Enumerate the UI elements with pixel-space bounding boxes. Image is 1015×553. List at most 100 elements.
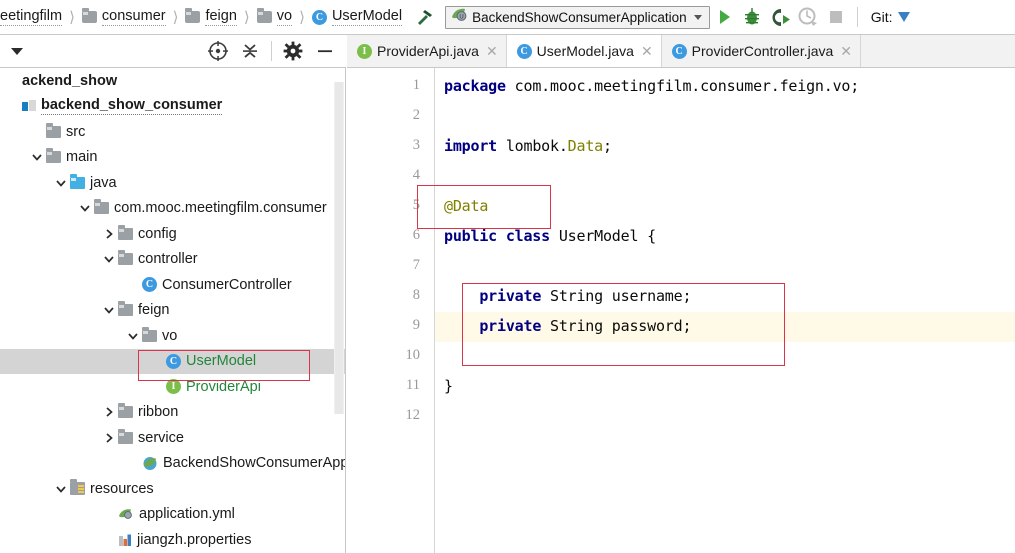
close-icon[interactable]: ✕ [840, 43, 852, 60]
scrollbar-thumb[interactable] [335, 82, 343, 414]
chevron-right-icon[interactable] [102, 431, 116, 445]
code-line[interactable]: public class UserModel { [444, 227, 656, 245]
tree-node-backend-show-consumer[interactable]: backend_show_consumer [0, 94, 345, 120]
chevron-down-icon[interactable] [102, 252, 116, 266]
tree-node-controller[interactable]: controller [0, 247, 345, 273]
tree-node-feign[interactable]: feign [0, 298, 345, 324]
tab-providercontroller-java[interactable]: C ProviderController.java ✕ [662, 35, 862, 67]
class-icon: C [166, 353, 181, 369]
tree-node-label: src [66, 123, 86, 140]
run-coverage-icon[interactable] [768, 5, 792, 29]
tree-node-label: ConsumerController [162, 276, 292, 293]
tab-providerapi-java[interactable]: I ProviderApi.java ✕ [347, 35, 507, 67]
package-icon [94, 199, 109, 215]
tree-node-resources[interactable]: resources [0, 476, 345, 502]
breadcrumb-item-meetingfilm[interactable]: eetingfilm [0, 8, 63, 26]
chevron-down-icon[interactable] [54, 176, 68, 190]
line-number: 8 [412, 287, 420, 303]
code-line[interactable]: private String username; [444, 287, 691, 305]
tree-node-label: main [66, 149, 98, 165]
breadcrumb-item-vo[interactable]: vo [256, 8, 293, 26]
tree-node-jiangzh-properties[interactable]: jiangzh.properties [0, 527, 345, 553]
tree-node-ackend-show[interactable]: ackend_show [0, 68, 345, 94]
bug-icon[interactable] [740, 5, 764, 29]
code-line[interactable]: } [444, 377, 453, 395]
yaml-icon [118, 507, 134, 521]
breadcrumb-separator: ⟩ [299, 9, 305, 26]
breadcrumb-separator: ⟩ [69, 9, 75, 26]
line-number: 1 [412, 77, 420, 93]
chevron-right-icon[interactable] [102, 405, 116, 419]
code-line[interactable]: package com.mooc.meetingfilm.consumer.fe… [444, 77, 859, 95]
close-icon[interactable]: ✕ [641, 43, 653, 60]
minimize-icon[interactable] [312, 38, 338, 64]
tree-node-label: resources [90, 480, 154, 497]
code-token: String password; [541, 317, 692, 335]
breadcrumb-label: consumer [101, 8, 166, 26]
tree-node-main[interactable]: main [0, 145, 345, 171]
code-token: private [479, 317, 542, 335]
code-token: com.mooc.meetingfilm.consumer.feign.vo; [505, 77, 860, 95]
run-configuration-selector[interactable]: U BackendShowConsumerApplication [445, 5, 710, 29]
tree-node-usermodel[interactable]: C UserModel [0, 348, 345, 374]
tree-node-java[interactable]: java [0, 170, 345, 196]
chevron-right-icon[interactable] [102, 227, 116, 241]
code-line[interactable]: import lombok.Data; [444, 137, 612, 155]
code-token: @Data [444, 197, 489, 215]
project-tree[interactable]: ackend_show backend_show_consumersrc main j… [0, 68, 346, 553]
chevron-down-icon[interactable] [54, 482, 68, 496]
chevron-down-icon[interactable] [126, 329, 140, 343]
play-icon[interactable] [712, 5, 736, 29]
tree-node-label: config [138, 225, 177, 242]
breadcrumb-separator: ⟩ [243, 9, 250, 26]
tree-node-src[interactable]: src [0, 119, 345, 145]
tree-node-config[interactable]: config [0, 221, 345, 247]
tree-node-providerapi[interactable]: I ProviderApi [0, 374, 345, 400]
profiler-icon [796, 5, 820, 29]
line-number: 9 [412, 317, 420, 333]
code-token: ; [602, 137, 612, 155]
spring-class-icon [142, 456, 158, 471]
target-icon[interactable] [205, 38, 231, 64]
collapse-all-icon[interactable] [237, 38, 263, 64]
breadcrumb-label: vo [276, 8, 293, 26]
code-line[interactable]: @Data [444, 197, 488, 215]
tab-usermodel-java[interactable]: C UserModel.java ✕ [506, 35, 662, 67]
interface-icon: I [357, 43, 372, 59]
class-icon: C [516, 43, 532, 59]
line-number: 5 [412, 197, 420, 213]
tree-node-application-yml[interactable]: application.yml [0, 502, 345, 528]
tree-node-backendshowconsumerapplica[interactable]: BackendShowConsumerApplica [0, 451, 345, 477]
line-number: 2 [412, 107, 420, 123]
package-icon [118, 301, 133, 317]
hammer-icon[interactable] [414, 6, 436, 28]
run-configuration-label: BackendShowConsumerApplication [472, 9, 687, 25]
line-number: 6 [412, 227, 420, 243]
tree-node-label: ackend_show [22, 72, 118, 89]
chevron-down-icon[interactable] [30, 150, 44, 164]
chevron-down-icon[interactable] [102, 303, 116, 317]
tree-node-ribbon[interactable]: ribbon [0, 400, 345, 426]
folder-icon [46, 148, 61, 164]
close-icon[interactable]: ✕ [486, 43, 498, 60]
chevron-down-icon[interactable] [693, 14, 702, 20]
tree-node-consumercontroller[interactable]: C ConsumerController [0, 272, 345, 298]
chevron-down-icon[interactable] [4, 38, 30, 64]
git-label: Git: [870, 9, 893, 25]
project-tree-scrollbar[interactable] [334, 82, 344, 414]
editor-gutter[interactable]: 1 2 3 4 5 6 7 8 9 10 11 12 [347, 68, 435, 553]
code-editor[interactable]: 1 2 3 4 5 6 7 8 9 10 11 12 package com.mooc.meeting… [347, 68, 1015, 553]
code-line[interactable]: private String password; [444, 317, 691, 335]
tree-node-service[interactable]: service [0, 425, 345, 451]
breadcrumb-item-consumer[interactable]: consumer [81, 8, 166, 26]
chevron-down-icon[interactable] [78, 201, 92, 215]
breadcrumb-item-feign[interactable]: feign [185, 8, 237, 26]
folder-icon [81, 8, 97, 23]
breadcrumb-item-usermodel[interactable]: C UserModel [311, 8, 403, 26]
tree-node-vo[interactable]: vo [0, 323, 345, 349]
gear-icon[interactable] [280, 38, 306, 64]
git-update-icon[interactable] [894, 5, 918, 29]
breadcrumb-separator: ⟩ [172, 9, 179, 26]
tree-node-com-mooc-meetingfilm-consumer[interactable]: com.mooc.meetingfilm.consumer [0, 196, 345, 222]
tree-node-label: java [90, 174, 117, 191]
